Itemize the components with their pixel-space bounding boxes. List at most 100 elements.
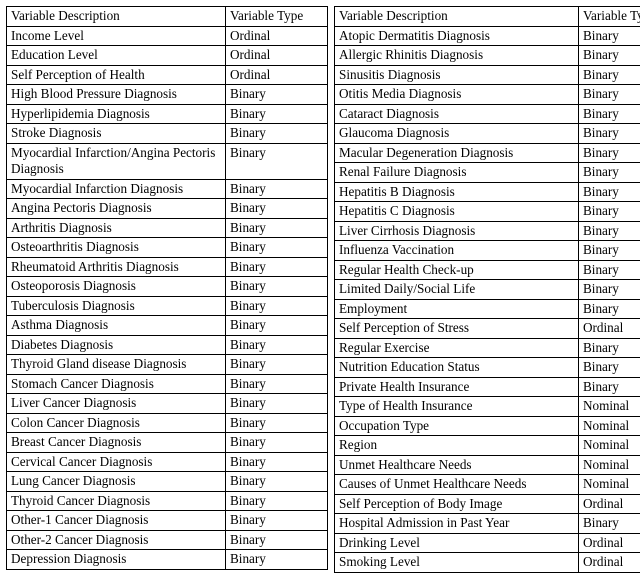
cell-description: Stroke Diagnosis <box>7 124 226 144</box>
cell-type: Binary <box>226 355 328 375</box>
table-row: Income LevelOrdinal <box>7 26 328 46</box>
cell-description: Macular Degeneration Diagnosis <box>335 143 579 163</box>
table-row: Stomach Cancer DiagnosisBinary <box>7 374 328 394</box>
table-row: Hepatitis C DiagnosisBinary <box>335 202 640 222</box>
cell-description: Glaucoma Diagnosis <box>335 124 579 144</box>
cell-description: Lung Cancer Diagnosis <box>7 472 226 492</box>
cell-type: Binary <box>226 550 328 570</box>
table-row: Otitis Media DiagnosisBinary <box>335 85 640 105</box>
cell-type: Binary <box>226 452 328 472</box>
cell-description: Hepatitis B Diagnosis <box>335 182 579 202</box>
cell-type: Binary <box>226 199 328 219</box>
table-row: Occupation TypeNominal <box>335 416 640 436</box>
cell-description: Thyroid Gland disease Diagnosis <box>7 355 226 375</box>
cell-description: Influenza Vaccination <box>335 241 579 261</box>
table-row: Other-1 Cancer DiagnosisBinary <box>7 511 328 531</box>
cell-type: Binary <box>579 124 640 144</box>
table-row: Unmet Healthcare NeedsNominal <box>335 455 640 475</box>
cell-description: Hepatitis C Diagnosis <box>335 202 579 222</box>
cell-description: Myocardial Infarction/Angina Pectoris Di… <box>7 143 226 179</box>
cell-description: Colon Cancer Diagnosis <box>7 413 226 433</box>
table-row: Causes of Unmet Healthcare NeedsNominal <box>335 475 640 495</box>
cell-type: Binary <box>226 394 328 414</box>
table-row: Tuberculosis DiagnosisBinary <box>7 296 328 316</box>
cell-description: Stomach Cancer Diagnosis <box>7 374 226 394</box>
cell-description: Rheumatoid Arthritis Diagnosis <box>7 257 226 277</box>
cell-type: Binary <box>226 85 328 105</box>
table-row: Influenza VaccinationBinary <box>335 241 640 261</box>
cell-description: Other-2 Cancer Diagnosis <box>7 530 226 550</box>
table-row: Lung Cancer DiagnosisBinary <box>7 472 328 492</box>
table-row: Angina Pectoris DiagnosisBinary <box>7 199 328 219</box>
cell-description: Smoking Level <box>335 553 579 573</box>
cell-type: Binary <box>226 218 328 238</box>
cell-description: Myocardial Infarction Diagnosis <box>7 179 226 199</box>
table-row: Asthma DiagnosisBinary <box>7 316 328 336</box>
table-header-row: Variable Description Variable Type <box>7 7 328 27</box>
cell-description: Osteoporosis Diagnosis <box>7 277 226 297</box>
table-row: Colon Cancer DiagnosisBinary <box>7 413 328 433</box>
table-row: Rheumatoid Arthritis DiagnosisBinary <box>7 257 328 277</box>
cell-type: Binary <box>226 296 328 316</box>
cell-description: Nutrition Education Status <box>335 358 579 378</box>
cell-description: High Blood Pressure Diagnosis <box>7 85 226 105</box>
table-row: Atopic Dermatitis DiagnosisBinary <box>335 26 640 46</box>
cell-type: Binary <box>579 338 640 358</box>
cell-type: Binary <box>579 104 640 124</box>
table-row: Thyroid Gland disease DiagnosisBinary <box>7 355 328 375</box>
cell-description: Regular Health Check-up <box>335 260 579 280</box>
cell-type: Ordinal <box>579 553 640 573</box>
table-row: Self Perception of Body ImageOrdinal <box>335 494 640 514</box>
table-row: Breast Cancer DiagnosisBinary <box>7 433 328 453</box>
cell-type: Binary <box>226 316 328 336</box>
cell-type: Binary <box>226 104 328 124</box>
table-row: Other-2 Cancer DiagnosisBinary <box>7 530 328 550</box>
cell-type: Binary <box>226 238 328 258</box>
cell-type: Binary <box>226 511 328 531</box>
cell-description: Asthma Diagnosis <box>7 316 226 336</box>
cell-description: Cervical Cancer Diagnosis <box>7 452 226 472</box>
table-row: Stroke DiagnosisBinary <box>7 124 328 144</box>
cell-description: Allergic Rhinitis Diagnosis <box>335 46 579 66</box>
table-row: Self Perception of HealthOrdinal <box>7 65 328 85</box>
cell-description: Other-1 Cancer Diagnosis <box>7 511 226 531</box>
cell-type: Nominal <box>579 455 640 475</box>
cell-type: Binary <box>579 202 640 222</box>
cell-description: Angina Pectoris Diagnosis <box>7 199 226 219</box>
cell-description: Breast Cancer Diagnosis <box>7 433 226 453</box>
cell-type: Binary <box>579 46 640 66</box>
table-row: Allergic Rhinitis DiagnosisBinary <box>335 46 640 66</box>
cell-description: Osteoarthritis Diagnosis <box>7 238 226 258</box>
cell-type: Ordinal <box>226 65 328 85</box>
table-row: Private Health InsuranceBinary <box>335 377 640 397</box>
cell-type: Binary <box>579 377 640 397</box>
cell-type: Ordinal <box>226 46 328 66</box>
cell-type: Binary <box>226 143 328 179</box>
cell-description: Otitis Media Diagnosis <box>335 85 579 105</box>
cell-type: Binary <box>579 280 640 300</box>
table-row: Cataract DiagnosisBinary <box>335 104 640 124</box>
cell-description: Arthritis Diagnosis <box>7 218 226 238</box>
cell-type: Binary <box>579 299 640 319</box>
table-row: Cervical Cancer DiagnosisBinary <box>7 452 328 472</box>
cell-type: Binary <box>226 530 328 550</box>
table-row: Hyperlipidemia DiagnosisBinary <box>7 104 328 124</box>
cell-description: Tuberculosis Diagnosis <box>7 296 226 316</box>
tables-container: Variable Description Variable Type Incom… <box>6 6 634 573</box>
cell-type: Binary <box>226 277 328 297</box>
table-header-row: Variable Description Variable Type <box>335 7 640 27</box>
table-row: Liver Cancer DiagnosisBinary <box>7 394 328 414</box>
cell-type: Ordinal <box>579 494 640 514</box>
cell-description: Occupation Type <box>335 416 579 436</box>
cell-description: Income Level <box>7 26 226 46</box>
table-row: Diabetes DiagnosisBinary <box>7 335 328 355</box>
cell-description: Thyroid Cancer Diagnosis <box>7 491 226 511</box>
table-row: Osteoporosis DiagnosisBinary <box>7 277 328 297</box>
cell-description: Sinusitis Diagnosis <box>335 65 579 85</box>
table-body-left: Income LevelOrdinalEducation LevelOrdina… <box>7 26 328 569</box>
table-row: Smoking LevelOrdinal <box>335 553 640 573</box>
table-body-right: Atopic Dermatitis DiagnosisBinaryAllergi… <box>335 26 640 572</box>
table-row: RegionNominal <box>335 436 640 456</box>
table-row: Hospital Admission in Past YearBinary <box>335 514 640 534</box>
cell-type: Binary <box>579 358 640 378</box>
